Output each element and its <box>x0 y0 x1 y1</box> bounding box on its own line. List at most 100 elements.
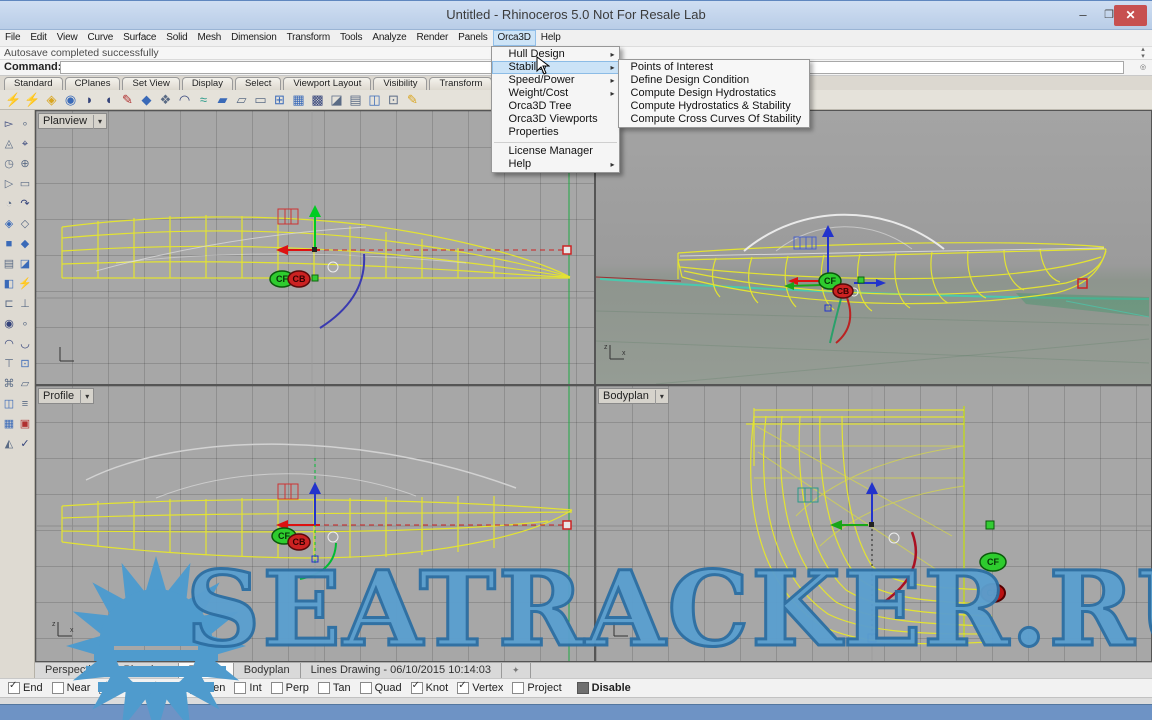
toolbar-tab[interactable]: Display <box>182 77 233 90</box>
menu-item[interactable]: View <box>52 30 83 46</box>
osnap-toggle[interactable]: Cen <box>190 682 225 694</box>
osnap-toggle[interactable]: End <box>8 682 43 694</box>
sidebar-tool-icon[interactable]: ▱ <box>17 374 33 394</box>
orca3d-menu-item[interactable]: Properties <box>492 126 619 139</box>
sidebar-tool-icon[interactable]: ∘ <box>17 314 33 334</box>
viewport-tab[interactable]: Profile <box>179 663 234 678</box>
checkbox-icon[interactable] <box>271 682 283 694</box>
orca3d-menu-item[interactable]: Help <box>492 158 619 171</box>
sidebar-tool-icon[interactable]: ◭ <box>1 434 17 454</box>
sidebar-tool-icon[interactable]: ▭ <box>17 174 33 194</box>
toolbar-icon[interactable]: ⚡ <box>23 91 42 109</box>
bodyplan-viewport-title[interactable]: Bodyplan <box>598 388 669 404</box>
toolbar-icon[interactable]: ≈ <box>194 91 213 109</box>
checkbox-icon[interactable] <box>457 682 469 694</box>
checkbox-icon[interactable] <box>360 682 372 694</box>
osnap-toggle[interactable]: Tan <box>318 682 351 694</box>
toolbar-tab[interactable]: Transform <box>429 77 492 90</box>
orca3d-menu-item[interactable]: Hull Design <box>492 48 619 61</box>
toolbar-icon[interactable]: ◖ <box>99 91 118 109</box>
checkbox-icon[interactable] <box>8 682 20 694</box>
viewport-tab[interactable]: Lines Drawing - 06/10/2015 10:14:03 <box>301 663 502 678</box>
viewport-dropdown-icon[interactable] <box>80 390 89 404</box>
toolbar-icon[interactable]: ◫ <box>365 91 384 109</box>
toolbar-icon[interactable]: ⚡ <box>4 91 23 109</box>
menu-item[interactable]: Help <box>536 30 566 46</box>
sidebar-tool-icon[interactable]: ◧ <box>1 274 17 294</box>
osnap-toggle[interactable]: Knot <box>411 682 449 694</box>
sidebar-tool-icon[interactable]: ◡ <box>17 334 33 354</box>
minimize-button[interactable]: – <box>1070 5 1096 26</box>
menu-item[interactable]: Tools <box>335 30 367 46</box>
viewport-bodyplan[interactable]: Bodyplan <box>595 385 1152 662</box>
toolbar-icon[interactable]: ✎ <box>403 91 422 109</box>
toolbar-icon[interactable]: ▱ <box>232 91 251 109</box>
sidebar-tool-icon[interactable]: ⌘ <box>1 374 17 394</box>
menu-item[interactable]: Analyze <box>367 30 411 46</box>
orca3d-menu-item[interactable]: Weight/Cost <box>492 87 619 100</box>
orca3d-menu-item[interactable]: Orca3D Viewports <box>492 113 619 126</box>
menu-item[interactable]: Curve <box>82 30 118 46</box>
profile-viewport-title[interactable]: Profile <box>38 388 94 404</box>
osnap-toggle[interactable]: Project <box>512 682 561 694</box>
toolbar-icon[interactable]: ◈ <box>42 91 61 109</box>
osnap-toggle[interactable]: Perp <box>271 682 309 694</box>
sidebar-tool-icon[interactable]: ⊡ <box>17 354 33 374</box>
toolbar-tab[interactable]: Viewport Layout <box>283 77 371 90</box>
sidebar-tool-icon[interactable]: ◈ <box>1 214 17 234</box>
sidebar-tool-icon[interactable]: ◔ <box>1 194 17 214</box>
checkbox-icon[interactable] <box>318 682 330 694</box>
stability-submenu-item[interactable]: Points of Interest <box>619 61 809 74</box>
checkbox-icon[interactable] <box>99 682 111 694</box>
sidebar-tool-icon[interactable]: ◇ <box>17 214 33 234</box>
osnap-toggle[interactable]: Quad <box>360 682 402 694</box>
toolbar-icon[interactable]: ◗ <box>80 91 99 109</box>
toolbar-tab[interactable]: Select <box>235 77 281 90</box>
orca3d-menu-item[interactable]: Orca3D Tree <box>492 100 619 113</box>
toolbar-icon[interactable]: ▤ <box>346 91 365 109</box>
stability-submenu-item[interactable]: Define Design Condition <box>619 74 809 87</box>
sidebar-tool-icon[interactable]: ◠ <box>1 334 17 354</box>
toolbar-icon[interactable]: ❖ <box>156 91 175 109</box>
orca3d-menu-item[interactable]: License Manager <box>492 145 619 158</box>
scroll-up-icon[interactable]: ▴ <box>1136 46 1150 53</box>
menu-item[interactable]: Dimension <box>226 30 281 46</box>
sidebar-tool-icon[interactable]: ⊤ <box>1 354 17 374</box>
checkbox-icon[interactable] <box>52 682 64 694</box>
sidebar-tool-icon[interactable]: ≡ <box>17 394 33 414</box>
toolbar-icon[interactable]: ▰ <box>213 91 232 109</box>
scroll-down-icon[interactable]: ▾ <box>1136 53 1150 60</box>
menu-item[interactable]: Render <box>412 30 454 46</box>
toolbar-icon[interactable]: ⊞ <box>270 91 289 109</box>
menu-item[interactable]: Orca3D Hull Design Stability Speed/Power… <box>493 30 536 46</box>
sidebar-tool-icon[interactable]: ◫ <box>1 394 17 414</box>
viewport-dropdown-icon[interactable] <box>655 390 664 404</box>
sidebar-tool-icon[interactable]: ↷ <box>17 194 33 214</box>
toolbar-icon[interactable]: ▭ <box>251 91 270 109</box>
stability-submenu-item[interactable]: Compute Cross Curves Of Stability <box>619 113 809 126</box>
sidebar-tool-icon[interactable]: ◉ <box>1 314 17 334</box>
sidebar-tool-icon[interactable]: ▣ <box>17 414 33 434</box>
sidebar-tool-icon[interactable]: ◬ <box>1 134 17 154</box>
toolbar-tab[interactable]: Set View <box>122 77 179 90</box>
toolbar-icon[interactable]: ◉ <box>61 91 80 109</box>
sidebar-tool-icon[interactable]: ◷ <box>1 154 17 174</box>
checkbox-icon[interactable] <box>190 682 202 694</box>
sidebar-tool-icon[interactable]: ⚡ <box>17 274 33 294</box>
toolbar-icon[interactable]: ▩ <box>308 91 327 109</box>
toolbar-icon[interactable]: ◪ <box>327 91 346 109</box>
toolbar-icon[interactable]: ▦ <box>289 91 308 109</box>
sidebar-tool-icon[interactable]: ◪ <box>17 254 33 274</box>
sidebar-tool-icon[interactable]: ⊥ <box>17 294 33 314</box>
sidebar-tool-icon[interactable]: ▻ <box>1 114 17 134</box>
menu-item[interactable]: Panels <box>453 30 492 46</box>
spinner-icon[interactable]: ◎ <box>1136 64 1150 71</box>
sidebar-tool-icon[interactable]: ◆ <box>17 234 33 254</box>
menu-item[interactable]: Mesh <box>192 30 226 46</box>
viewport-profile[interactable]: Profile <box>35 385 595 662</box>
menu-item[interactable]: Solid <box>161 30 192 46</box>
osnap-toggle[interactable]: Mid <box>149 682 182 694</box>
close-button[interactable]: ✕ <box>1114 5 1147 26</box>
sidebar-tool-icon[interactable]: ⌖ <box>17 134 33 154</box>
toolbar-icon[interactable]: ◆ <box>137 91 156 109</box>
